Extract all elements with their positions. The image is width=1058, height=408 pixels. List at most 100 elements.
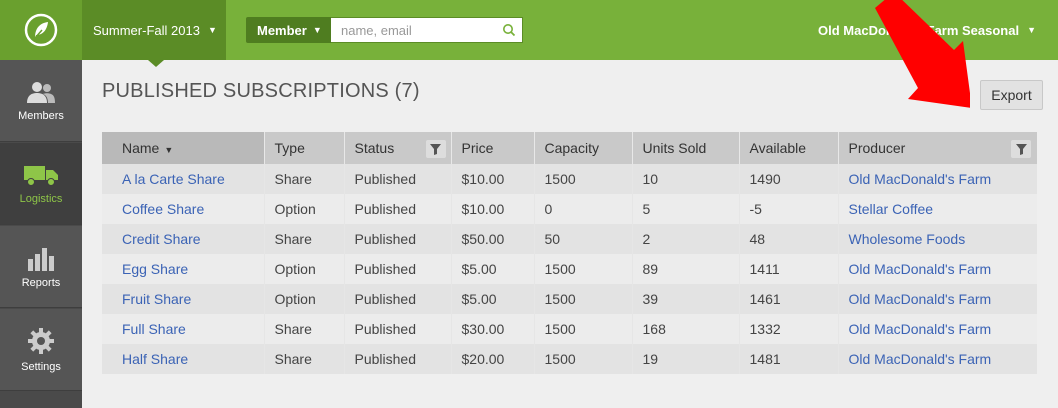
table-row: Coffee Share Option Published $10.00 0 5… xyxy=(102,194,1037,224)
cell-price: $5.00 xyxy=(451,254,535,284)
filter-icon[interactable] xyxy=(425,140,446,158)
column-label: Producer xyxy=(848,140,906,156)
chevron-down-icon: ▼ xyxy=(207,25,217,35)
sidebar-item-label: Reports xyxy=(21,276,61,289)
column-header-capacity[interactable]: Capacity xyxy=(534,132,633,164)
cell-capacity: 1500 xyxy=(534,344,633,374)
cell-type: Share xyxy=(264,344,345,374)
cell-type: Option xyxy=(264,284,345,314)
export-button[interactable]: Export xyxy=(980,80,1043,110)
cell-available: 1481 xyxy=(739,344,839,374)
cell-price: $30.00 xyxy=(451,314,535,344)
cell-units-sold: 39 xyxy=(632,284,740,314)
cell-available: 1461 xyxy=(739,284,839,314)
column-label: Units Sold xyxy=(642,140,707,156)
search-input[interactable] xyxy=(331,18,522,42)
column-header-producer[interactable]: Producer xyxy=(838,132,1037,164)
sidebar-item-label: Members xyxy=(18,109,64,122)
cell-available: 1411 xyxy=(739,254,839,284)
table-row: Credit Share Share Published $50.00 50 2… xyxy=(102,224,1037,254)
top-bar: Summer-Fall 2013 ▼ Member ▼ Old MacDonal… xyxy=(0,0,1058,67)
cell-price: $10.00 xyxy=(451,194,535,224)
cell-units-sold: 2 xyxy=(632,224,740,254)
season-pointer xyxy=(148,60,164,67)
cell-status: Published xyxy=(344,224,452,254)
subscription-name-link[interactable]: Coffee Share xyxy=(122,201,204,217)
column-label: Price xyxy=(461,140,494,156)
gear-icon xyxy=(28,327,54,354)
column-header-available[interactable]: Available xyxy=(739,132,839,164)
sidebar-item-label: Settings xyxy=(21,360,61,373)
sidebar: Members Logistics Reports Settings xyxy=(0,60,82,408)
search-icon[interactable] xyxy=(502,23,516,37)
sidebar-item-members[interactable]: Members xyxy=(0,60,82,142)
table-row: Fruit Share Option Published $5.00 1500 … xyxy=(102,284,1037,314)
subscription-name-link[interactable]: Credit Share xyxy=(122,231,201,247)
sidebar-item-logistics[interactable]: Logistics xyxy=(0,143,82,225)
sort-caret-icon: ▼ xyxy=(164,145,174,155)
cell-units-sold: 89 xyxy=(632,254,740,284)
cell-type: Share xyxy=(264,314,345,344)
producer-link[interactable]: Old MacDonald's Farm xyxy=(849,351,992,367)
filter-icon[interactable] xyxy=(1011,140,1031,158)
producer-link[interactable]: Old MacDonald's Farm xyxy=(849,261,992,277)
producer-link[interactable]: Stellar Coffee xyxy=(849,201,934,217)
column-label: Status xyxy=(354,140,395,156)
producer-link[interactable]: Old MacDonald's Farm xyxy=(849,171,992,187)
column-label: Capacity xyxy=(544,140,599,156)
column-header-status[interactable]: Status xyxy=(344,132,452,164)
cell-price: $10.00 xyxy=(451,164,535,194)
table-row: Egg Share Option Published $5.00 1500 89… xyxy=(102,254,1037,284)
cell-available: -5 xyxy=(739,194,839,224)
column-header-type[interactable]: Type xyxy=(264,132,345,164)
cell-price: $20.00 xyxy=(451,344,535,374)
sidebar-item-reports[interactable]: Reports xyxy=(0,226,82,308)
cell-capacity: 1500 xyxy=(534,284,633,314)
cell-available: 1332 xyxy=(739,314,839,344)
search-scope-label: Member xyxy=(257,22,307,38)
subscription-name-link[interactable]: Half Share xyxy=(122,351,188,367)
chevron-down-icon: ▼ xyxy=(312,25,322,35)
app-logo[interactable] xyxy=(0,0,82,60)
farm-label: Old MacDonald's Farm Seasonal xyxy=(818,22,1020,38)
table-header-row: Name ▼ Type Status Price Capacity Units S… xyxy=(102,132,1037,164)
cell-status: Published xyxy=(344,344,452,374)
subscription-name-link[interactable]: Full Share xyxy=(122,321,186,337)
producer-link[interactable]: Old MacDonald's Farm xyxy=(849,321,992,337)
cell-capacity: 1500 xyxy=(534,254,633,284)
sidebar-item-settings[interactable]: Settings xyxy=(0,309,82,391)
cell-status: Published xyxy=(344,314,452,344)
cell-units-sold: 168 xyxy=(632,314,740,344)
subscription-name-link[interactable]: A la Carte Share xyxy=(122,171,225,187)
page-title: PUBLISHED SUBSCRIPTIONS (7) xyxy=(102,80,420,102)
cell-price: $5.00 xyxy=(451,284,535,314)
members-icon xyxy=(27,81,55,103)
leaf-logo-icon xyxy=(24,13,58,47)
cell-status: Published xyxy=(344,254,452,284)
table-body: A la Carte Share Share Published $10.00 … xyxy=(102,164,1037,374)
column-header-price[interactable]: Price xyxy=(451,132,535,164)
table-row: Half Share Share Published $20.00 1500 1… xyxy=(102,344,1037,374)
column-header-name[interactable]: Name ▼ xyxy=(102,132,265,164)
cell-available: 1490 xyxy=(739,164,839,194)
member-search: Member ▼ xyxy=(246,17,523,43)
subscription-name-link[interactable]: Fruit Share xyxy=(122,291,191,307)
sidebar-item-label: Logistics xyxy=(19,192,63,205)
cell-units-sold: 19 xyxy=(632,344,740,374)
column-label: Type xyxy=(274,140,305,156)
search-scope-button[interactable]: Member ▼ xyxy=(246,17,331,43)
table-row: A la Carte Share Share Published $10.00 … xyxy=(102,164,1037,194)
table-row: Full Share Share Published $30.00 1500 1… xyxy=(102,314,1037,344)
farm-selector[interactable]: Old MacDonald's Farm Seasonal ▼ xyxy=(818,0,1036,60)
column-label: Available xyxy=(749,140,807,156)
cell-status: Published xyxy=(344,284,452,314)
column-header-units-sold[interactable]: Units Sold xyxy=(632,132,740,164)
season-label: Summer-Fall 2013 xyxy=(93,22,200,38)
subscription-name-link[interactable]: Egg Share xyxy=(122,261,188,277)
search-field xyxy=(331,17,523,43)
cell-status: Published xyxy=(344,194,452,224)
producer-link[interactable]: Wholesome Foods xyxy=(849,231,966,247)
producer-link[interactable]: Old MacDonald's Farm xyxy=(849,291,992,307)
season-selector[interactable]: Summer-Fall 2013 ▼ xyxy=(82,0,226,67)
subscriptions-table: Name ▼ Type Status Price Capacity Units S… xyxy=(102,132,1037,374)
